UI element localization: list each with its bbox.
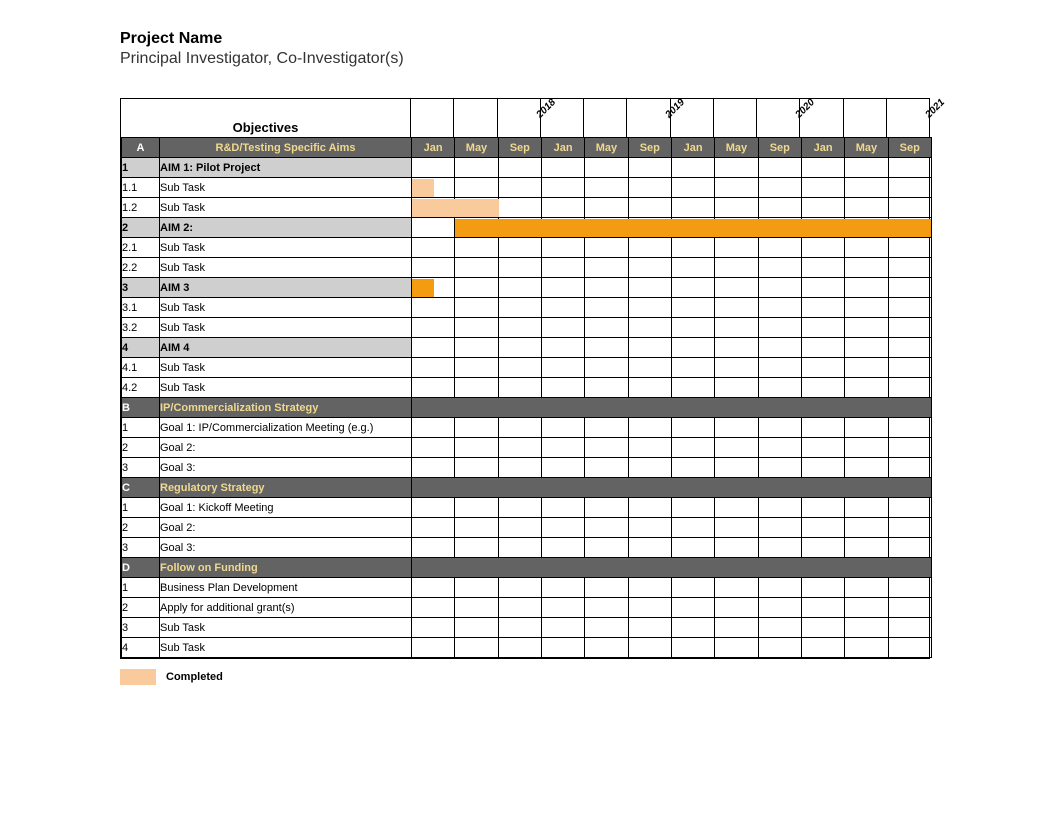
gantt-bar xyxy=(412,199,499,217)
legend-swatch-completed xyxy=(120,669,156,685)
month-header: Jan xyxy=(541,138,584,157)
month-header: May xyxy=(844,138,887,157)
gantt-bar xyxy=(412,279,434,297)
row-task: 2.1Sub Task xyxy=(122,238,932,258)
row-aim: 1AIM 1: Pilot Project xyxy=(122,158,932,178)
row-task: 3Sub Task xyxy=(122,618,932,638)
row-task: 3.1Sub Task xyxy=(122,298,932,318)
month-header: Sep xyxy=(628,138,671,157)
row-aim: 4AIM 4 xyxy=(122,338,932,358)
month-header: May xyxy=(584,138,627,157)
row-section: DFollow on Funding xyxy=(122,558,932,578)
month-header: May xyxy=(454,138,497,157)
row-task: 1Goal 1: Kickoff Meeting xyxy=(122,498,932,518)
row-section: BIP/Commercialization Strategy xyxy=(122,398,932,418)
row-task: 1.2Sub Task xyxy=(122,198,932,218)
month-header: Sep xyxy=(498,138,541,157)
row-task: 2Apply for additional grant(s) xyxy=(122,598,932,618)
month-header: Jan xyxy=(801,138,844,157)
month-header: Sep xyxy=(888,138,931,157)
month-header: May xyxy=(714,138,757,157)
row-task: 4Sub Task xyxy=(122,638,932,658)
month-header: Sep xyxy=(758,138,801,157)
gantt-chart: Objectives 2018201920202021 AR&D/Testing… xyxy=(120,98,930,659)
legend-label-completed: Completed xyxy=(166,671,223,683)
legend: Completed xyxy=(120,669,1057,685)
page-subtitle: Principal Investigator, Co-Investigator(… xyxy=(120,50,1057,68)
row-task: 3.2Sub Task xyxy=(122,318,932,338)
row-section: AR&D/Testing Specific AimsJanMaySepJanMa… xyxy=(122,138,932,158)
row-task: 1Business Plan Development xyxy=(122,578,932,598)
row-task: 2.2Sub Task xyxy=(122,258,932,278)
page-title: Project Name xyxy=(120,30,1057,48)
month-header: Jan xyxy=(671,138,714,157)
gantt-bar xyxy=(455,219,931,237)
row-task: 3Goal 3: xyxy=(122,538,932,558)
row-aim: 2AIM 2: xyxy=(122,218,932,238)
row-aim: 3AIM 3 xyxy=(122,278,932,298)
gantt-bar xyxy=(412,179,434,197)
row-task: 4.2Sub Task xyxy=(122,378,932,398)
row-section: CRegulatory Strategy xyxy=(122,478,932,498)
objectives-header: Objectives xyxy=(121,99,411,137)
month-header: Jan xyxy=(412,138,454,157)
row-task: 1Goal 1: IP/Commercialization Meeting (e… xyxy=(122,418,932,438)
row-task: 4.1Sub Task xyxy=(122,358,932,378)
row-task: 2Goal 2: xyxy=(122,438,932,458)
year-label: 2021 xyxy=(923,97,947,121)
row-task: 1.1Sub Task xyxy=(122,178,932,198)
row-task: 3Goal 3: xyxy=(122,458,932,478)
row-task: 2Goal 2: xyxy=(122,518,932,538)
